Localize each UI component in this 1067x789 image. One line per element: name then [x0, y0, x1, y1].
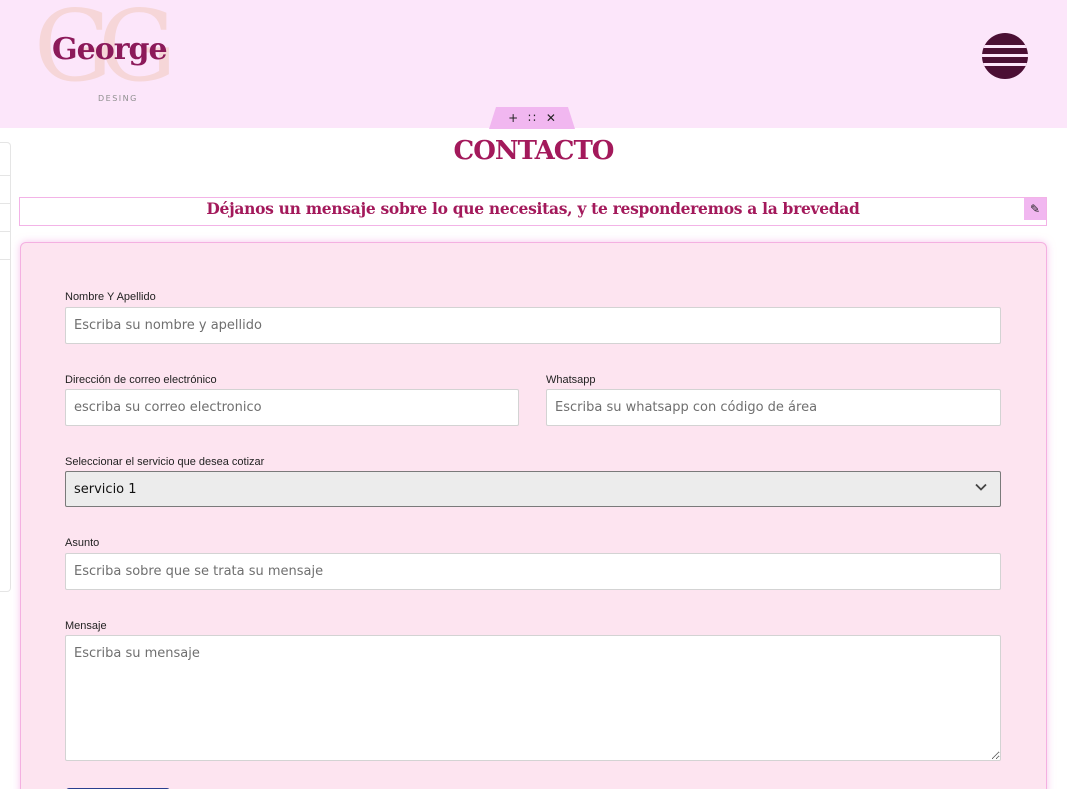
page-subtitle: Déjanos un mensaje sobre lo que necesita… — [206, 199, 860, 218]
navigator-panel[interactable] — [0, 142, 11, 592]
logo[interactable]: GG George DESING — [30, 0, 205, 104]
whatsapp-input[interactable] — [546, 389, 1001, 426]
service-label: Seleccionar el servicio que desea cotiza… — [65, 456, 265, 468]
edit-pencil-icon[interactable]: ✎ — [1024, 198, 1046, 220]
chevron-down-icon — [975, 483, 987, 491]
email-input[interactable] — [65, 389, 519, 426]
message-textarea[interactable] — [65, 635, 1001, 761]
logo-name: George — [52, 32, 168, 67]
hamburger-menu-icon[interactable] — [982, 33, 1028, 79]
subject-label: Asunto — [65, 537, 100, 549]
drag-handle-icon[interactable]: ∷ — [528, 111, 536, 125]
service-select-value: servicio 1 — [74, 481, 137, 497]
logo-subtitle: DESING — [98, 94, 138, 103]
page-title: CONTACTO — [453, 136, 615, 166]
subject-input[interactable] — [65, 553, 1001, 590]
subtitle-widget[interactable]: Déjanos un mensaje sobre lo que necesita… — [19, 197, 1047, 226]
service-select[interactable]: servicio 1 — [65, 471, 1001, 507]
close-section-icon[interactable]: ✕ — [546, 111, 556, 125]
name-input[interactable] — [65, 307, 1001, 344]
add-section-icon[interactable]: + — [508, 111, 518, 125]
whatsapp-label: Whatsapp — [546, 374, 596, 386]
section-edit-toolbar: + ∷ ✕ — [489, 107, 575, 129]
contact-form: Nombre Y Apellido Dirección de correo el… — [20, 242, 1047, 789]
name-label: Nombre Y Apellido — [65, 291, 156, 303]
message-label: Mensaje — [65, 620, 107, 632]
email-label: Dirección de correo electrónico — [65, 374, 217, 386]
